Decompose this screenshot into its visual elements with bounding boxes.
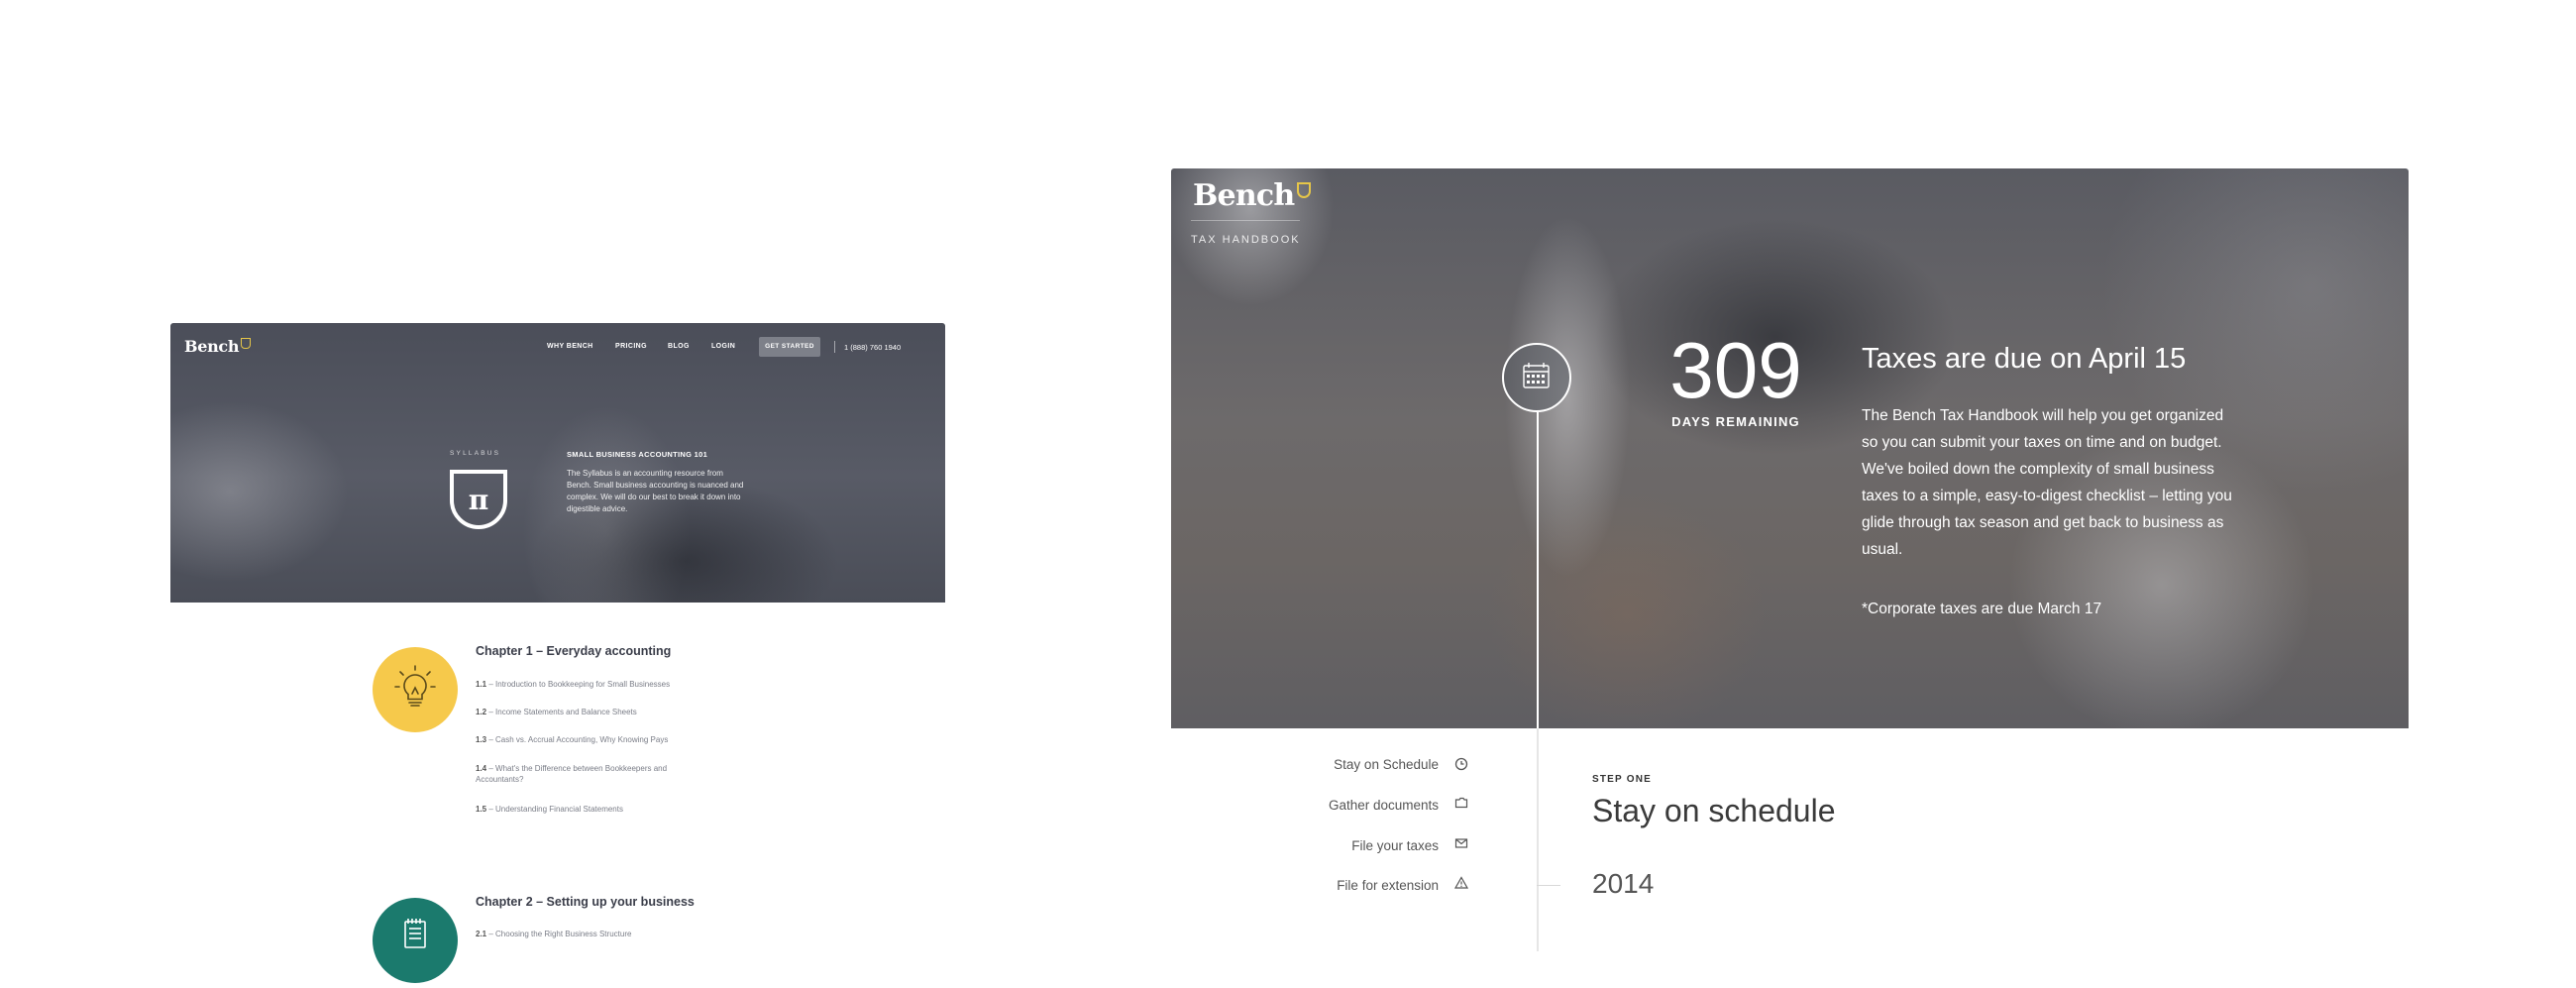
- clock-icon: [1454, 757, 1468, 771]
- step-heading: Stay on schedule: [1592, 793, 1836, 828]
- step-kicker: STEP ONE: [1592, 774, 1652, 785]
- step-stay-on-schedule[interactable]: Stay on Schedule: [1240, 756, 1468, 774]
- step-file-for-extension[interactable]: File for extension: [1240, 876, 1469, 895]
- timeline-line-lower: [1537, 728, 1539, 951]
- nav-divider: [834, 341, 835, 353]
- bench-logo[interactable]: Bench: [184, 337, 252, 356]
- chapter-1-icon-circle: [373, 647, 458, 732]
- chapter-2-icon-circle: [373, 898, 458, 983]
- timeline-tick: [1537, 885, 1560, 886]
- logo-text: Bench: [1193, 178, 1295, 213]
- chapter-item[interactable]: 2.1 – Choosing the Right Business Struct…: [476, 929, 713, 939]
- calendar-icon: [1523, 363, 1550, 388]
- chapter-2-title[interactable]: Chapter 2 – Setting up your business: [476, 895, 695, 909]
- bench-logo[interactable]: Bench: [1193, 178, 1312, 213]
- logo-divider: [1191, 220, 1300, 221]
- step-label: File for extension: [1337, 878, 1439, 893]
- nav-blog[interactable]: BLOG: [668, 343, 690, 350]
- chapter-item[interactable]: 1.1 – Introduction to Bookkeeping for Sm…: [476, 679, 713, 690]
- syllabus-hero: Bench WHY BENCH PRICING BLOG LOGIN GET S…: [170, 323, 945, 603]
- timeline-year: 2014: [1592, 868, 1655, 899]
- tax-handbook-hero: Bench TAX HANDBOOK 309 DAYS REMAINING Ta…: [1171, 168, 2409, 728]
- phone-number[interactable]: 1 (888) 760 1940: [844, 343, 901, 352]
- hero-heading: Taxes are due on April 15: [1862, 343, 2187, 375]
- nav-login[interactable]: LOGIN: [711, 343, 735, 350]
- course-title: SMALL BUSINESS ACCOUNTING 101: [567, 450, 708, 459]
- warning-icon: [1453, 876, 1469, 889]
- step-gather-documents[interactable]: Gather documents: [1240, 797, 1468, 815]
- envelope-icon: [1454, 838, 1468, 848]
- notepad-icon: [404, 919, 426, 948]
- chapter-item[interactable]: 1.4 – What's the Difference between Book…: [476, 763, 713, 785]
- chapter-item[interactable]: 1.5 – Understanding Financial Statements: [476, 804, 713, 815]
- step-label: Stay on Schedule: [1334, 757, 1439, 772]
- logo-badge-icon: [1297, 182, 1312, 198]
- days-remaining-label: DAYS REMAINING: [1671, 414, 1800, 429]
- chapter-item[interactable]: 1.2 – Income Statements and Balance Shee…: [476, 707, 713, 717]
- nav-why-bench[interactable]: WHY BENCH: [547, 343, 593, 350]
- chapter-item[interactable]: 1.3 – Cash vs. Accrual Accounting, Why K…: [476, 734, 713, 745]
- hero-body: The Bench Tax Handbook will help you get…: [1862, 407, 2232, 558]
- tax-handbook-label: TAX HANDBOOK: [1191, 234, 1301, 246]
- logo-text: Bench: [184, 337, 240, 356]
- step-label: File your taxes: [1351, 838, 1439, 853]
- days-remaining-count: 309: [1669, 326, 1802, 414]
- nav-pricing[interactable]: PRICING: [615, 343, 647, 350]
- folder-icon: [1454, 797, 1468, 809]
- step-file-your-taxes[interactable]: File your taxes: [1240, 837, 1468, 855]
- syllabus-shield-icon: π: [450, 470, 507, 529]
- calendar-circle: [1502, 343, 1571, 412]
- step-label: Gather documents: [1328, 798, 1439, 813]
- syllabus-label: SYLLABUS: [450, 450, 501, 457]
- course-description: The Syllabus is an accounting resource f…: [567, 469, 744, 513]
- get-started-button[interactable]: GET STARTED: [759, 337, 820, 357]
- corporate-note: *Corporate taxes are due March 17: [1862, 601, 2102, 617]
- lightbulb-icon: [394, 665, 436, 707]
- logo-badge-icon: [241, 338, 252, 349]
- chapter-1-title[interactable]: Chapter 1 – Everyday accounting: [476, 644, 671, 658]
